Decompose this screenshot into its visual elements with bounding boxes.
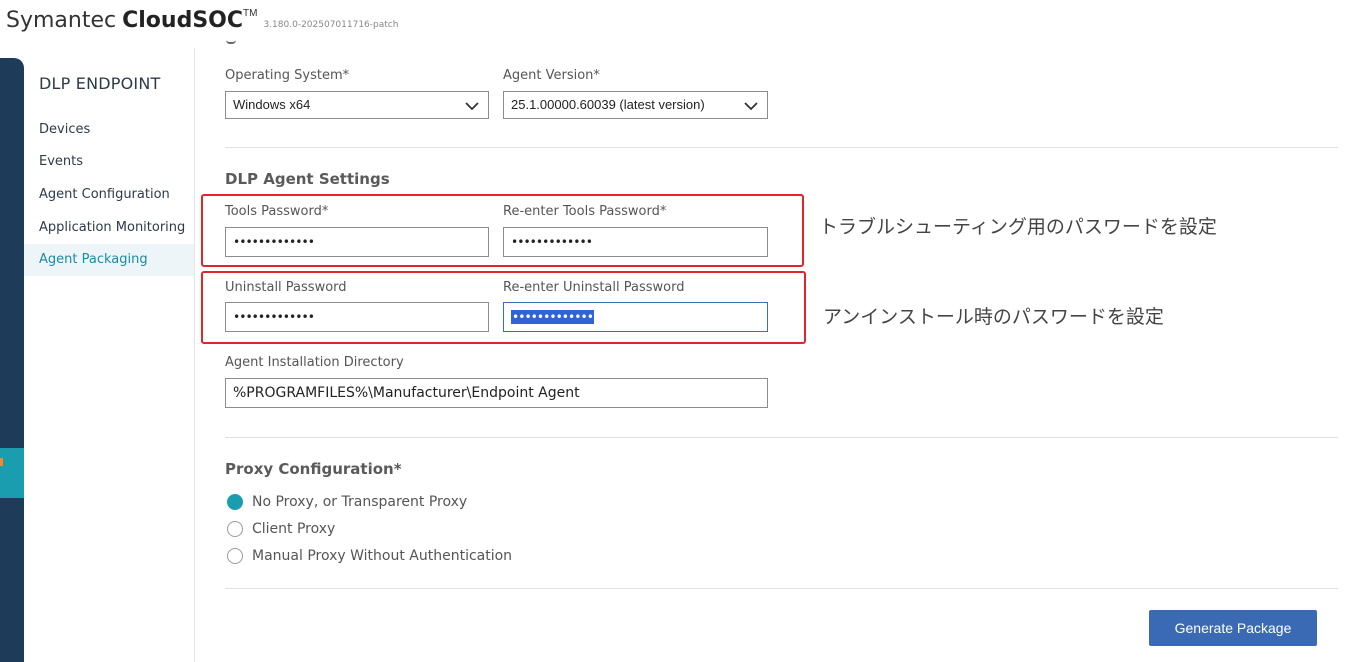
proxy-option-manual-proxy[interactable]: Manual Proxy Without Authentication <box>227 548 512 564</box>
proxy-option-label: Manual Proxy Without Authentication <box>252 548 513 564</box>
proxy-option-label: No Proxy, or Transparent Proxy <box>252 494 468 510</box>
tools-password-input[interactable]: ••••••••••••• <box>225 227 489 257</box>
proxy-option-label: Client Proxy <box>252 521 336 537</box>
tools-password-reenter-label: Re-enter Tools Password* <box>503 204 667 219</box>
brand-prefix: Symantec <box>6 8 117 33</box>
rail-indicator-icon <box>0 458 3 466</box>
install-directory-label: Agent Installation Directory <box>225 355 404 370</box>
clipped-heading-fragment <box>226 38 236 44</box>
tools-password-reenter-input[interactable]: ••••••••••••• <box>503 227 768 257</box>
agent-version-label: Agent Version* <box>503 68 600 83</box>
sidebar-item-agent-packaging[interactable]: Agent Packaging <box>24 244 194 276</box>
uninstall-password-reenter-value: ••••••••••••• <box>511 310 594 324</box>
sidebar-item-agent-configuration[interactable]: Agent Configuration <box>24 179 194 211</box>
dlp-agent-settings-title: DLP Agent Settings <box>225 170 390 188</box>
chevron-down-icon <box>744 102 758 111</box>
sidebar-item-events[interactable]: Events <box>24 146 194 178</box>
agent-version-select[interactable]: 25.1.00000.60039 (latest version) <box>503 91 768 119</box>
radio-unchecked-icon[interactable] <box>227 548 243 564</box>
uninstall-password-value: ••••••••••••• <box>233 310 315 324</box>
app-nav-rail <box>0 58 24 662</box>
annotation-note-uninstall: アンインストール時のパスワードを設定 <box>823 306 1164 328</box>
tools-password-reenter-value: ••••••••••••• <box>511 235 593 249</box>
sidebar: DLP ENDPOINT Devices Events Agent Config… <box>24 48 195 662</box>
generate-package-button[interactable]: Generate Package <box>1149 610 1317 646</box>
section-divider <box>225 437 1338 438</box>
proxy-option-client-proxy[interactable]: Client Proxy <box>227 521 335 537</box>
uninstall-password-input[interactable]: ••••••••••••• <box>225 302 489 332</box>
uninstall-password-label: Uninstall Password <box>225 280 347 295</box>
sidebar-title: DLP ENDPOINT <box>39 74 161 93</box>
sidebar-item-devices[interactable]: Devices <box>24 114 194 146</box>
install-directory-input[interactable]: %PROGRAMFILES%\Manufacturer\Endpoint Age… <box>225 378 768 408</box>
brand-trademark: TM <box>243 8 258 19</box>
os-select[interactable]: Windows x64 <box>225 91 489 119</box>
radio-unchecked-icon[interactable] <box>227 521 243 537</box>
annotation-note-tools: トラブルシューティング用のパスワードを設定 <box>819 216 1217 238</box>
uninstall-password-reenter-input[interactable]: ••••••••••••• <box>503 302 768 332</box>
app-brand: Symantec CloudSOC TM 3.180.0-20250701171… <box>6 8 398 33</box>
proxy-option-no-proxy[interactable]: No Proxy, or Transparent Proxy <box>227 494 467 510</box>
os-select-value: Windows x64 <box>233 97 311 112</box>
os-label: Operating System* <box>225 68 350 83</box>
chevron-down-icon <box>465 102 479 111</box>
brand-product: CloudSOC <box>122 8 244 33</box>
rail-active-item[interactable] <box>0 448 24 498</box>
radio-checked-icon[interactable] <box>227 494 243 510</box>
uninstall-password-reenter-label: Re-enter Uninstall Password <box>503 280 685 295</box>
tools-password-value: ••••••••••••• <box>233 235 315 249</box>
proxy-configuration-title: Proxy Configuration* <box>225 460 402 478</box>
sidebar-item-application-monitoring[interactable]: Application Monitoring <box>24 212 194 244</box>
agent-version-value: 25.1.00000.60039 (latest version) <box>511 97 705 112</box>
section-divider <box>225 147 1338 148</box>
app-version: 3.180.0-202507011716-patch <box>263 20 399 30</box>
section-divider <box>225 588 1338 589</box>
tools-password-label: Tools Password* <box>225 204 329 219</box>
